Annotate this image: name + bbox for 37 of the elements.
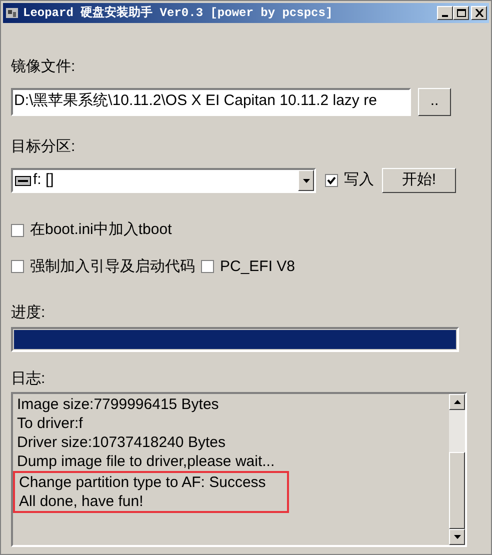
log-line: Driver size:10737418240 Bytes [17, 433, 226, 452]
down-arrow-icon [302, 178, 310, 182]
dropdown-button[interactable] [298, 170, 314, 191]
image-file-field[interactable]: D:\黑苹果系统\10.11.2\OS X EI Capitan 10.11.2 lazy re [11, 88, 411, 116]
image-file-label: 镜像文件: [11, 57, 76, 77]
log-line: To driver:f [17, 414, 84, 433]
up-arrow-icon [454, 400, 460, 404]
scrollbar[interactable] [449, 394, 465, 545]
scroll-up-button[interactable] [449, 394, 465, 410]
down-arrow-icon [454, 535, 460, 539]
log-line: Image size:7799996415 Bytes [17, 395, 220, 414]
partition-dropdown[interactable]: f: [] [11, 168, 316, 193]
drive-icon [15, 176, 31, 186]
maximize-button[interactable] [453, 6, 469, 20]
minimize-button[interactable] [437, 6, 453, 20]
checkbox[interactable]: PC_EFI V8 [201, 256, 296, 278]
checkbox-square [11, 224, 24, 237]
start-button[interactable]: 开始! [382, 168, 456, 193]
browse-button[interactable]: .. [418, 88, 451, 116]
log-line: Dump image file to driver,please wait... [17, 452, 276, 471]
window-title: Leopard 硬盘安装助手 Ver0.3 [power by pcspcs] [23, 4, 333, 22]
log-line: Change partition type to AF: Success [19, 473, 267, 492]
checkbox[interactable]: 强制加入引导及启动代码 [11, 256, 195, 278]
app-icon [5, 6, 19, 20]
checkbox-square [201, 260, 214, 274]
maximize-icon [456, 9, 466, 17]
scrollbar-thumb[interactable] [449, 452, 465, 529]
log-line: All done, have fun! [19, 492, 144, 511]
target-partition-label: 目标分区: [11, 136, 76, 156]
scroll-down-button[interactable] [449, 529, 465, 545]
checkbox-square [11, 260, 24, 274]
progress-label: 进度: [11, 303, 46, 323]
close-button[interactable] [471, 6, 487, 20]
close-icon [474, 9, 484, 17]
log-label: 日志: [11, 368, 46, 388]
checkbox[interactable]: 写入 [325, 169, 374, 192]
checkbox[interactable]: 在boot.ini中加入tboot [11, 219, 461, 242]
